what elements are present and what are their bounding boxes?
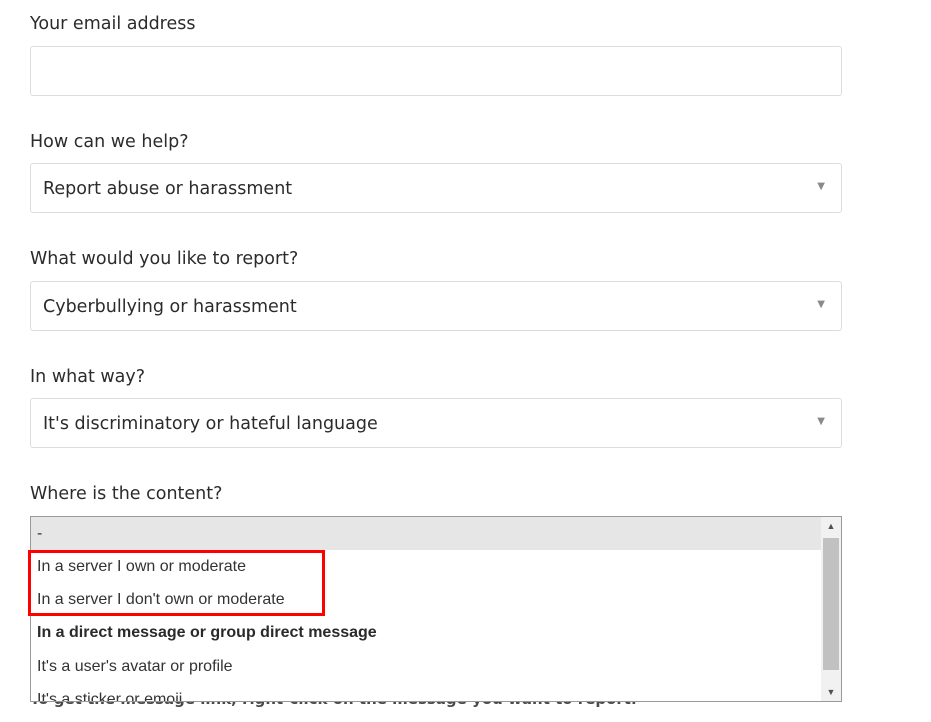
option-avatar-profile[interactable]: It's a user's avatar or profile [31, 650, 821, 683]
help-label: How can we help? [30, 132, 189, 152]
email-field[interactable] [30, 46, 842, 96]
help-select-value: Report abuse or harassment [43, 179, 293, 199]
scrollbar-thumb[interactable] [823, 538, 839, 670]
way-select[interactable]: It's discriminatory or hateful language … [30, 398, 842, 448]
report-label: What would you like to report? [30, 249, 299, 269]
dropdown-scrollbar[interactable]: ▲ ▼ [821, 517, 841, 701]
option-direct-message[interactable]: In a direct message or group direct mess… [31, 616, 821, 649]
report-select-value: Cyberbullying or harassment [43, 297, 297, 317]
location-dropdown-list[interactable]: - In a server I own or moderate In a ser… [30, 516, 842, 702]
caret-down-icon: ▼ [817, 181, 825, 192]
option-sticker-emoji[interactable]: It's a sticker or emoji [31, 683, 821, 701]
option-placeholder[interactable]: - [31, 517, 821, 550]
help-select[interactable]: Report abuse or harassment ▼ [30, 163, 842, 213]
caret-down-icon: ▼ [817, 299, 825, 310]
way-label: In what way? [30, 367, 146, 387]
report-select[interactable]: Cyberbullying or harassment ▼ [30, 281, 842, 331]
scroll-up-arrow-icon[interactable]: ▲ [821, 517, 841, 535]
caret-down-icon: ▼ [817, 416, 825, 427]
location-label: Where is the content? [30, 484, 223, 504]
option-server-own[interactable]: In a server I own or moderate [31, 550, 821, 583]
option-server-not-own[interactable]: In a server I don't own or moderate [31, 583, 821, 616]
scroll-down-arrow-icon[interactable]: ▼ [821, 683, 841, 701]
report-form: Your email address How can we help? Repo… [0, 0, 931, 722]
email-label: Your email address [30, 14, 196, 34]
way-select-value: It's discriminatory or hateful language [43, 414, 378, 434]
